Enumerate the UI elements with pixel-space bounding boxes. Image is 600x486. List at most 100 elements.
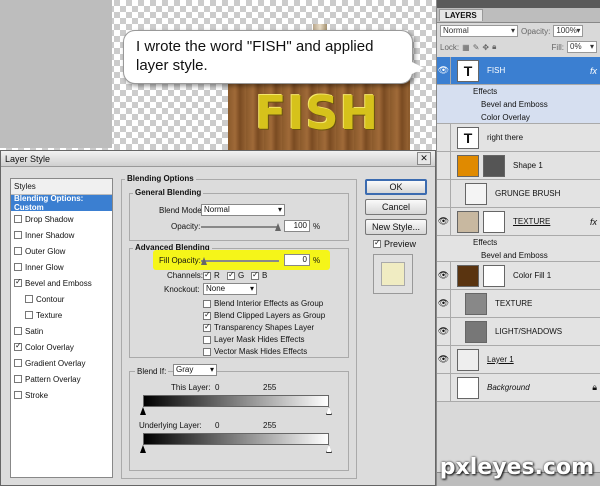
style-bevel-emboss[interactable]: Bevel and Emboss	[11, 275, 112, 291]
checkbox[interactable]	[14, 375, 22, 383]
fx-icon[interactable]: fx	[590, 217, 597, 227]
style-inner-shadow[interactable]: Inner Shadow	[11, 227, 112, 243]
checkbox[interactable]	[14, 327, 22, 335]
checkbox[interactable]	[203, 299, 211, 308]
checkbox[interactable]	[203, 322, 211, 332]
fill-opacity-label: Fill Opacity:	[159, 256, 201, 265]
checkbox[interactable]	[14, 231, 22, 239]
layer-mask-hides-effects[interactable]: Layer Mask Hides Effects	[203, 335, 305, 344]
visibility-eye-icon[interactable]: 👁︎	[437, 345, 451, 374]
close-icon[interactable]: ✕	[417, 152, 431, 165]
layer-texture-fx[interactable]: 👁︎ TEXTURE fx	[437, 207, 600, 236]
fill-opacity-percent: %	[313, 256, 321, 265]
style-outer-glow[interactable]: Outer Glow	[11, 243, 112, 259]
visibility-eye-icon[interactable]: 👁︎	[437, 56, 451, 85]
visibility-eye-icon[interactable]	[437, 373, 451, 402]
channel-r[interactable]: R	[203, 270, 220, 280]
opacity-field[interactable]: 100	[284, 220, 310, 232]
lock-transparent-icon[interactable]: ▦	[462, 43, 470, 52]
style-texture[interactable]: Texture	[11, 307, 112, 323]
style-pattern-overlay[interactable]: Pattern Overlay	[11, 371, 112, 387]
tab-layers[interactable]: LAYERS	[439, 9, 483, 21]
lock-position-icon[interactable]: ✥	[482, 43, 489, 52]
checkbox[interactable]	[25, 311, 33, 319]
visibility-eye-icon[interactable]	[437, 151, 451, 180]
fill-opacity-field[interactable]: 0	[284, 254, 310, 266]
opacity-slider[interactable]	[201, 226, 279, 228]
preview-checkbox[interactable]: Preview	[373, 238, 416, 249]
checkbox[interactable]	[14, 277, 22, 287]
visibility-eye-icon[interactable]: 👁︎	[437, 207, 451, 236]
checkbox[interactable]	[203, 270, 211, 280]
visibility-eye-icon[interactable]	[437, 179, 451, 208]
lock-paint-icon[interactable]: ✎	[473, 43, 480, 52]
cancel-button[interactable]: Cancel	[365, 199, 427, 215]
blend-mode-select[interactable]: Normal	[201, 204, 285, 216]
checkbox[interactable]	[203, 310, 211, 320]
vector-mask-hides-effects[interactable]: Vector Mask Hides Effects	[203, 347, 307, 356]
style-satin[interactable]: Satin	[11, 323, 112, 339]
checkbox[interactable]	[14, 341, 22, 351]
checkbox[interactable]	[25, 295, 33, 303]
visibility-eye-icon[interactable]: 👁︎	[437, 261, 451, 290]
style-stroke[interactable]: Stroke	[11, 387, 112, 403]
lock-all-icon[interactable]: 🔒︎	[492, 42, 496, 52]
style-blending-options[interactable]: Blending Options: Custom	[11, 194, 112, 212]
checkbox[interactable]	[203, 347, 211, 356]
effect-bevel-emboss[interactable]: Bevel and Emboss	[437, 249, 600, 262]
blend-if-select[interactable]: Gray	[173, 364, 217, 376]
style-color-overlay[interactable]: Color Overlay	[11, 339, 112, 355]
channel-b[interactable]: B	[251, 270, 267, 280]
checkbox[interactable]	[203, 335, 211, 344]
effects-group[interactable]: Effects	[437, 85, 600, 98]
style-contour[interactable]: Contour	[11, 291, 112, 307]
style-label: Color Overlay	[25, 342, 74, 352]
layer-texture[interactable]: 👁︎ TEXTURE	[437, 289, 600, 318]
checkbox[interactable]	[227, 270, 235, 280]
visibility-eye-icon[interactable]: 👁︎	[437, 289, 451, 318]
layer-layer-1[interactable]: 👁︎ Layer 1	[437, 345, 600, 374]
layer-fish[interactable]: 👁︎ T FISH fx	[437, 56, 600, 85]
underlying-layer-gradient[interactable]	[143, 433, 329, 445]
option-label: Layer Mask Hides Effects	[214, 335, 305, 344]
checkbox[interactable]	[14, 263, 22, 271]
layer-grunge-brush[interactable]: GRUNGE BRUSH	[437, 179, 600, 208]
style-inner-glow[interactable]: Inner Glow	[11, 259, 112, 275]
fill-opacity-slider[interactable]	[201, 260, 279, 262]
effect-bevel-emboss[interactable]: Bevel and Emboss	[437, 98, 600, 111]
fill-field[interactable]: 0%	[567, 41, 597, 53]
style-gradient-overlay[interactable]: Gradient Overlay	[11, 355, 112, 371]
opacity-field[interactable]: 100%	[553, 25, 584, 37]
checkbox[interactable]	[373, 238, 381, 248]
new-style-button[interactable]: New Style...	[365, 219, 427, 235]
effects-group[interactable]: Effects	[437, 236, 600, 249]
fill-thumb	[457, 264, 479, 287]
checkbox[interactable]	[251, 270, 259, 280]
layer-shape-1[interactable]: Shape 1	[437, 151, 600, 180]
checkbox[interactable]	[14, 247, 22, 255]
blend-mode-select[interactable]: Normal	[440, 25, 518, 37]
knockout-select[interactable]: None	[203, 283, 257, 295]
ok-button[interactable]: OK	[365, 179, 427, 195]
checkbox[interactable]	[14, 215, 22, 223]
preview-swatch-inner	[381, 262, 405, 286]
lock-label: Lock:	[440, 42, 460, 52]
fx-icon[interactable]: fx	[590, 66, 597, 76]
effect-color-overlay[interactable]: Color Overlay	[437, 111, 600, 124]
channel-g[interactable]: G	[227, 270, 244, 280]
blend-interior-effects[interactable]: Blend Interior Effects as Group	[203, 299, 323, 308]
checkbox[interactable]	[14, 391, 22, 399]
layer-light-shadows[interactable]: 👁︎ LIGHT/SHADOWS	[437, 317, 600, 346]
visibility-eye-icon[interactable]	[437, 123, 451, 152]
layer-right-there[interactable]: T right there	[437, 123, 600, 152]
checkbox[interactable]	[14, 359, 22, 367]
layer-background[interactable]: Background 🔒︎	[437, 373, 600, 402]
style-label: Texture	[36, 310, 63, 320]
this-layer-gradient[interactable]	[143, 395, 329, 407]
transparency-shapes-layer[interactable]: Transparency Shapes Layer	[203, 322, 314, 332]
visibility-eye-icon[interactable]: 👁︎	[437, 317, 451, 346]
layer-color-fill-1[interactable]: 👁︎ Color Fill 1	[437, 261, 600, 290]
blend-clipped-layers[interactable]: Blend Clipped Layers as Group	[203, 310, 325, 320]
style-drop-shadow[interactable]: Drop Shadow	[11, 211, 112, 227]
styles-header[interactable]: Styles	[11, 179, 112, 195]
